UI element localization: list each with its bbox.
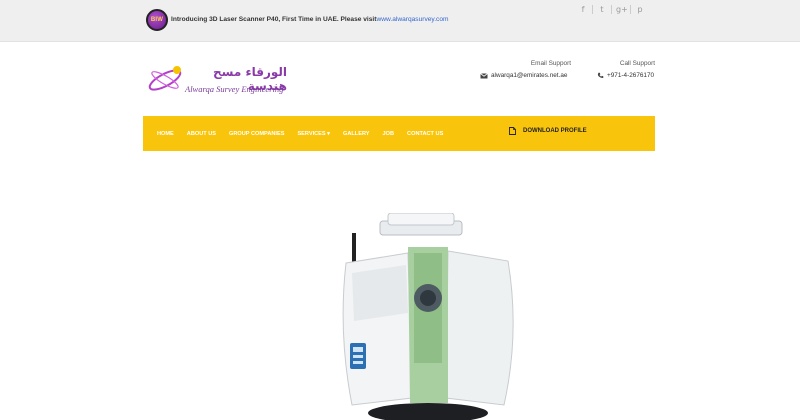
nav-gallery[interactable]: GALLERY (343, 131, 370, 137)
check-icon: ✓ (542, 238, 553, 252)
nav-about-us[interactable]: ABOUT US (187, 131, 216, 137)
call-support: Call Support +971-4-2676170 (597, 60, 655, 79)
hero-headline-line1: Introducing 3D Laser (40, 240, 157, 254)
check-icon: ✓ (542, 259, 553, 273)
pinterest-icon[interactable]: p (635, 5, 645, 14)
announcement-link[interactable]: www.alwarqasurvey.com (376, 16, 448, 23)
feature-text: High Performance Under Harsh Conditions (557, 259, 766, 273)
social-links: f t g+ p (578, 5, 645, 14)
badge-text: BIW (150, 17, 164, 23)
nav-services[interactable]: SERVICES ▾ (297, 131, 330, 137)
feature-text: Complete Scanning Solution (557, 301, 696, 315)
check-icon: ✓ (542, 280, 553, 294)
hero-headline: Introducing 3D Laser Scanning With P40 F… (40, 236, 243, 280)
divider (630, 5, 631, 14)
google-plus-icon[interactable]: g+ (616, 5, 628, 14)
announcement-bar: BIW Introducing 3D Laser Scanner P40, Fi… (0, 0, 800, 42)
nav-home[interactable]: HOME (157, 131, 174, 137)
badge-logo: BIW (146, 9, 168, 31)
call-support-value[interactable]: +971-4-2676170 (607, 72, 654, 79)
laser-scanner-image (342, 213, 514, 420)
main-nav: HOME ABOUT US GROUP COMPANIES SERVICES ▾… (143, 116, 655, 151)
feature-item: ✓ The Right Choice (542, 235, 766, 256)
hero-headline-line2: Scanning With P40 First Time inUAE (40, 262, 244, 276)
feature-item: ✓ High Performance Under Harsh Conditions (542, 256, 766, 277)
announcement-message: Introducing 3D Laser Scanner P40, First … (171, 16, 377, 23)
envelope-icon (480, 72, 488, 78)
twitter-icon[interactable]: t (597, 5, 607, 14)
nav-contact-us[interactable]: CONTACT US (407, 131, 443, 137)
email-support: Email Support alwarqa1@emirates.net.ae (480, 60, 571, 79)
facebook-icon[interactable]: f (578, 5, 588, 14)
phone-icon (597, 72, 604, 78)
download-profile-label: DOWNLOAD PROFILE (523, 128, 587, 134)
check-icon: ✓ (542, 301, 553, 315)
nav-group-companies[interactable]: GROUP COMPANIES (229, 131, 284, 137)
email-support-value[interactable]: alwarqa1@emirates.net.ae (491, 72, 567, 79)
site-logo[interactable]: الورقاء مسح هندسة Alwarqa Survey Enginee… (147, 60, 287, 100)
call-support-label: Call Support (619, 60, 655, 67)
feature-text: The Right Choice (557, 238, 643, 252)
feature-item: ✓ Reduced Downtime (542, 277, 766, 298)
file-pdf-icon (509, 127, 516, 135)
download-profile-button[interactable]: DOWNLOAD PROFILE (509, 127, 587, 135)
feature-text: Reduced Downtime (557, 280, 653, 294)
email-support-label: Email Support (530, 60, 571, 67)
announcement-text: Introducing 3D Laser Scanner P40, First … (171, 16, 449, 23)
nav-job[interactable]: JOB (383, 131, 395, 137)
logo-orbit-icon (148, 66, 182, 91)
divider (611, 5, 612, 14)
divider (592, 5, 593, 14)
logo-english-text: Alwarqa Survey Engineering (185, 84, 284, 94)
hero-feature-list: ✓ The Right Choice ✓ High Performance Unde… (542, 235, 766, 319)
feature-item: ✓ Complete Scanning Solution (542, 298, 766, 319)
